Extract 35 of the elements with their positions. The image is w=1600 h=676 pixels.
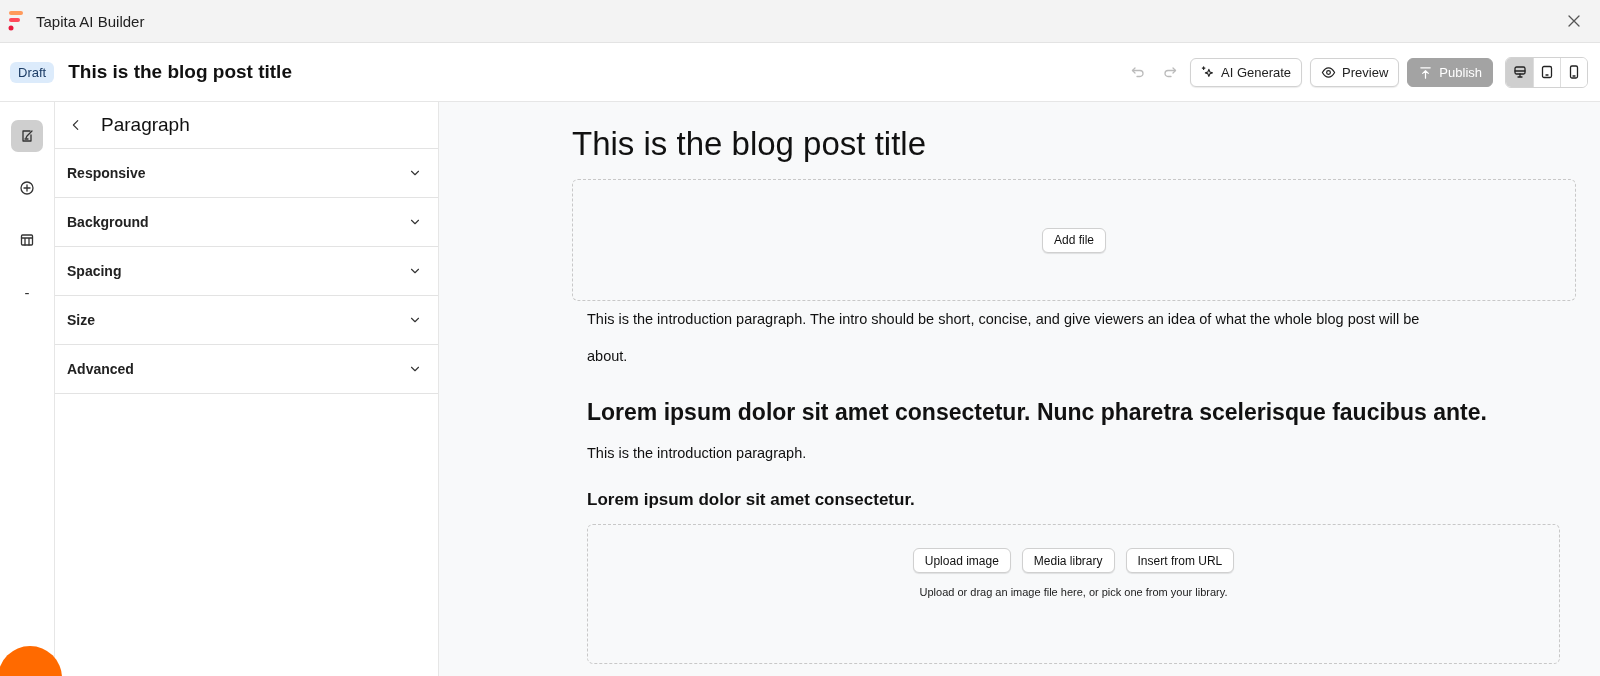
table-icon xyxy=(19,232,35,248)
rail-item[interactable]: - xyxy=(11,276,43,308)
heading: Lorem ipsum dolor sit amet consectetur. Nunc pharetra scelerisque faucibus ante. xyxy=(587,398,1488,427)
blog-title: This is the blog post title xyxy=(572,124,927,164)
device-toggle[interactable] xyxy=(1560,57,1587,87)
upload-option-button[interactable]: Insert from URL xyxy=(1125,548,1235,573)
logo-icon xyxy=(8,10,24,32)
accordion-section[interactable]: Advanced xyxy=(55,345,438,394)
accordion-section[interactable]: Background xyxy=(55,198,438,247)
close-icon xyxy=(1566,13,1582,29)
app-title: Tapita AI Builder xyxy=(36,12,145,30)
desktop-icon xyxy=(1511,64,1528,80)
upload-option-button[interactable]: Upload image xyxy=(912,548,1011,573)
rail-button[interactable] xyxy=(11,120,43,152)
eye-icon xyxy=(1321,64,1337,80)
device-toggle[interactable] xyxy=(1506,57,1533,87)
add-icon xyxy=(19,180,35,196)
sparkle-icon xyxy=(1201,65,1215,79)
subheading: Lorem ipsum dolor sit amet consectetur. xyxy=(587,489,916,511)
ai-button[interactable]: AI Generate xyxy=(1190,57,1303,87)
panel-title: Paragraph xyxy=(101,114,190,136)
add-file-button[interactable]: Add file xyxy=(1042,227,1106,253)
status-badge: Draft xyxy=(10,61,55,83)
paragraph: This is the introduction paragraph. xyxy=(587,444,808,463)
tablet-icon xyxy=(1539,64,1555,80)
preview-button[interactable]: Preview xyxy=(1310,57,1400,87)
upload-icon xyxy=(1418,64,1434,80)
post-title: This is the blog post title xyxy=(68,61,292,83)
edit-icon xyxy=(19,128,35,144)
paragraph: This is the introduction paragraph. The intro should be short, concise, and give viewers an idea of what the whole blog post will be about. xyxy=(587,310,1421,366)
accordion-section[interactable]: Spacing xyxy=(55,247,438,296)
upload-option-button[interactable]: Media library xyxy=(1021,548,1115,573)
accordion-section[interactable]: Responsive xyxy=(55,149,438,198)
accordion-section[interactable]: Size xyxy=(55,296,438,345)
upload-hint: Upload or drag an image file here, or pick one from your library. xyxy=(919,586,1228,598)
